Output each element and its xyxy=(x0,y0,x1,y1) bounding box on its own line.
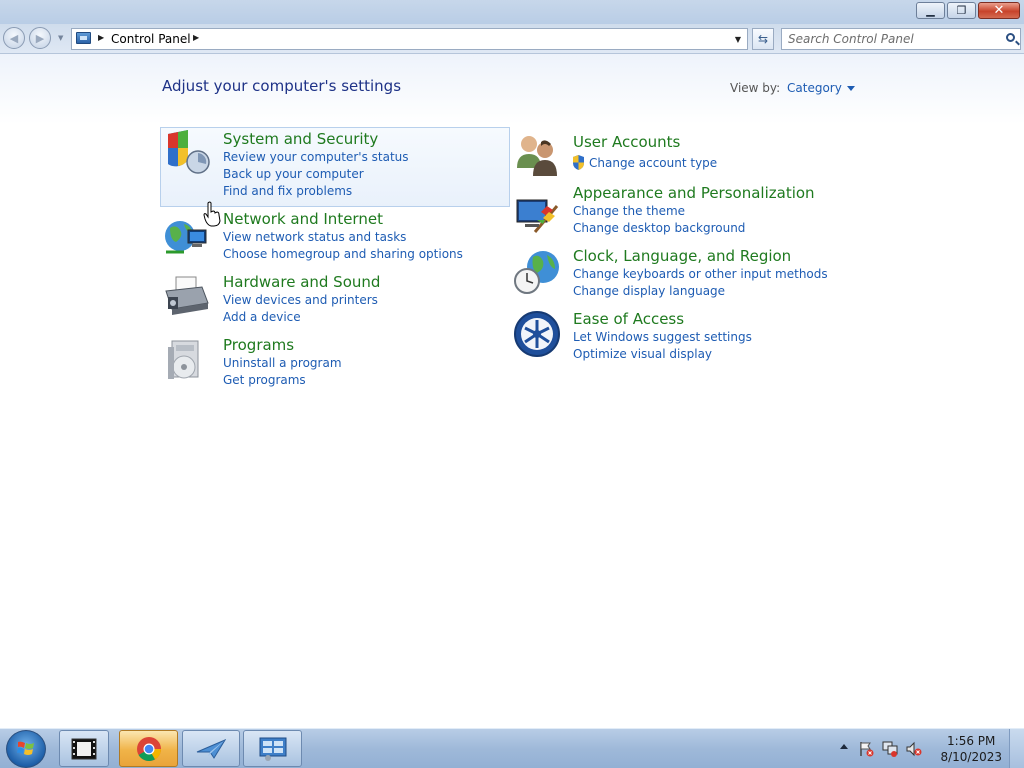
hand-cursor-icon xyxy=(203,201,221,227)
restore-icon: ❐ xyxy=(956,4,967,17)
uac-shield-icon xyxy=(573,155,584,170)
category-title[interactable]: User Accounts xyxy=(573,133,680,151)
media-center-icon xyxy=(71,738,97,759)
recent-pages-dropdown-icon[interactable]: ▼ xyxy=(58,34,63,42)
breadcrumb-separator-icon[interactable]: ▶ xyxy=(193,33,199,42)
dropdown-arrow-icon xyxy=(846,86,855,91)
category-link[interactable]: Uninstall a program xyxy=(223,356,342,370)
category-title[interactable]: Appearance and Personalization xyxy=(573,184,815,202)
taskbar-paper-plane-app[interactable] xyxy=(182,730,240,767)
refresh-button[interactable]: ⇆ xyxy=(752,28,774,50)
view-by-label: View by: xyxy=(730,81,781,95)
category-link[interactable]: Back up your computer xyxy=(223,167,364,181)
windows-logo-icon xyxy=(17,741,34,755)
category-link[interactable]: Add a device xyxy=(223,310,301,324)
category-link[interactable]: Get programs xyxy=(223,373,306,387)
clock-time: 1:56 PM xyxy=(947,734,996,748)
breadcrumb-separator-icon[interactable]: ▶ xyxy=(98,33,104,42)
category-link[interactable]: Change the theme xyxy=(573,204,685,218)
paper-plane-icon xyxy=(196,738,226,759)
clock-globe-icon xyxy=(514,251,559,294)
appearance-icon xyxy=(516,199,559,233)
clock-date: 8/10/2023 xyxy=(940,750,1002,764)
user-accounts-icon xyxy=(517,136,557,176)
programs-icon xyxy=(168,340,199,379)
volume-muted-icon[interactable] xyxy=(906,741,922,757)
taskbar-chrome[interactable] xyxy=(119,730,178,767)
control-panel-content: Adjust your computer's settings View by:… xyxy=(0,54,1024,728)
category-title[interactable]: Programs xyxy=(223,336,294,354)
minimize-button[interactable]: ▁ xyxy=(916,2,945,19)
category-link[interactable]: Let Windows suggest settings xyxy=(573,330,752,344)
category-title[interactable]: Hardware and Sound xyxy=(223,273,380,291)
breadcrumb-control-panel[interactable]: Control Panel xyxy=(111,32,191,46)
search-input[interactable] xyxy=(788,31,998,47)
view-by-dropdown[interactable]: Category xyxy=(787,81,855,95)
category-link[interactable]: View devices and printers xyxy=(223,293,378,307)
category-link[interactable]: Review your computer's status xyxy=(223,150,409,164)
address-dropdown-icon[interactable]: ▼ xyxy=(731,29,745,49)
category-link[interactable]: Find and fix problems xyxy=(223,184,352,198)
category-link[interactable]: View network status and tasks xyxy=(223,230,406,244)
category-title[interactable]: System and Security xyxy=(223,130,378,148)
category-title[interactable]: Clock, Language, and Region xyxy=(573,247,791,265)
back-arrow-icon: ◀ xyxy=(9,31,19,45)
close-button[interactable]: ✕ xyxy=(978,2,1020,19)
action-center-flag-icon[interactable] xyxy=(858,741,874,757)
control-panel-icon xyxy=(259,737,286,761)
restore-button[interactable]: ❐ xyxy=(947,2,976,19)
search-box[interactable] xyxy=(781,28,1021,50)
taskbar: 1:56 PM 8/10/2023 xyxy=(0,728,1024,768)
forward-arrow-icon: ▶ xyxy=(35,31,45,45)
forward-button[interactable]: ▶ xyxy=(29,27,51,49)
category-link[interactable]: Change account type xyxy=(589,156,717,170)
window-controls: ▁ ❐ ✕ xyxy=(914,2,1020,19)
category-link[interactable]: Change keyboards or other input methods xyxy=(573,267,828,281)
page-title: Adjust your computer's settings xyxy=(162,77,402,95)
search-icon[interactable] xyxy=(1006,33,1015,42)
show-desktop-button[interactable] xyxy=(1009,729,1024,768)
category-link[interactable]: Optimize visual display xyxy=(573,347,712,361)
close-icon: ✕ xyxy=(993,3,1005,18)
title-bar: ▁ ❐ ✕ xyxy=(0,0,1024,24)
navigation-bar: ◀ ▶ ▼ ▶ Control Panel ▶ ▼ ⇆ xyxy=(0,24,1024,54)
start-button[interactable] xyxy=(6,730,46,768)
show-hidden-icons-icon[interactable] xyxy=(840,744,848,749)
control-panel-icon xyxy=(76,32,91,44)
category-link[interactable]: Change desktop background xyxy=(573,221,745,235)
shield-icon xyxy=(168,130,210,174)
system-tray: 1:56 PM 8/10/2023 xyxy=(814,729,1024,768)
ease-of-access-icon xyxy=(514,311,560,357)
view-by-value: Category xyxy=(787,81,842,95)
taskbar-control-panel[interactable] xyxy=(243,730,302,767)
address-bar[interactable]: ▶ Control Panel ▶ ▼ xyxy=(71,28,748,50)
refresh-icon: ⇆ xyxy=(757,32,769,46)
printer-icon xyxy=(165,276,209,315)
category-link[interactable]: Change display language xyxy=(573,284,725,298)
category-title[interactable]: Network and Internet xyxy=(223,210,383,228)
chrome-icon xyxy=(136,736,161,761)
category-link[interactable]: Choose homegroup and sharing options xyxy=(223,247,463,261)
minimize-icon: ▁ xyxy=(926,4,935,17)
clock[interactable]: 1:56 PM 8/10/2023 xyxy=(940,733,1002,765)
network-icon[interactable] xyxy=(882,741,898,757)
back-button[interactable]: ◀ xyxy=(3,27,25,49)
taskbar-media-center[interactable] xyxy=(59,730,109,767)
category-title[interactable]: Ease of Access xyxy=(573,310,684,328)
